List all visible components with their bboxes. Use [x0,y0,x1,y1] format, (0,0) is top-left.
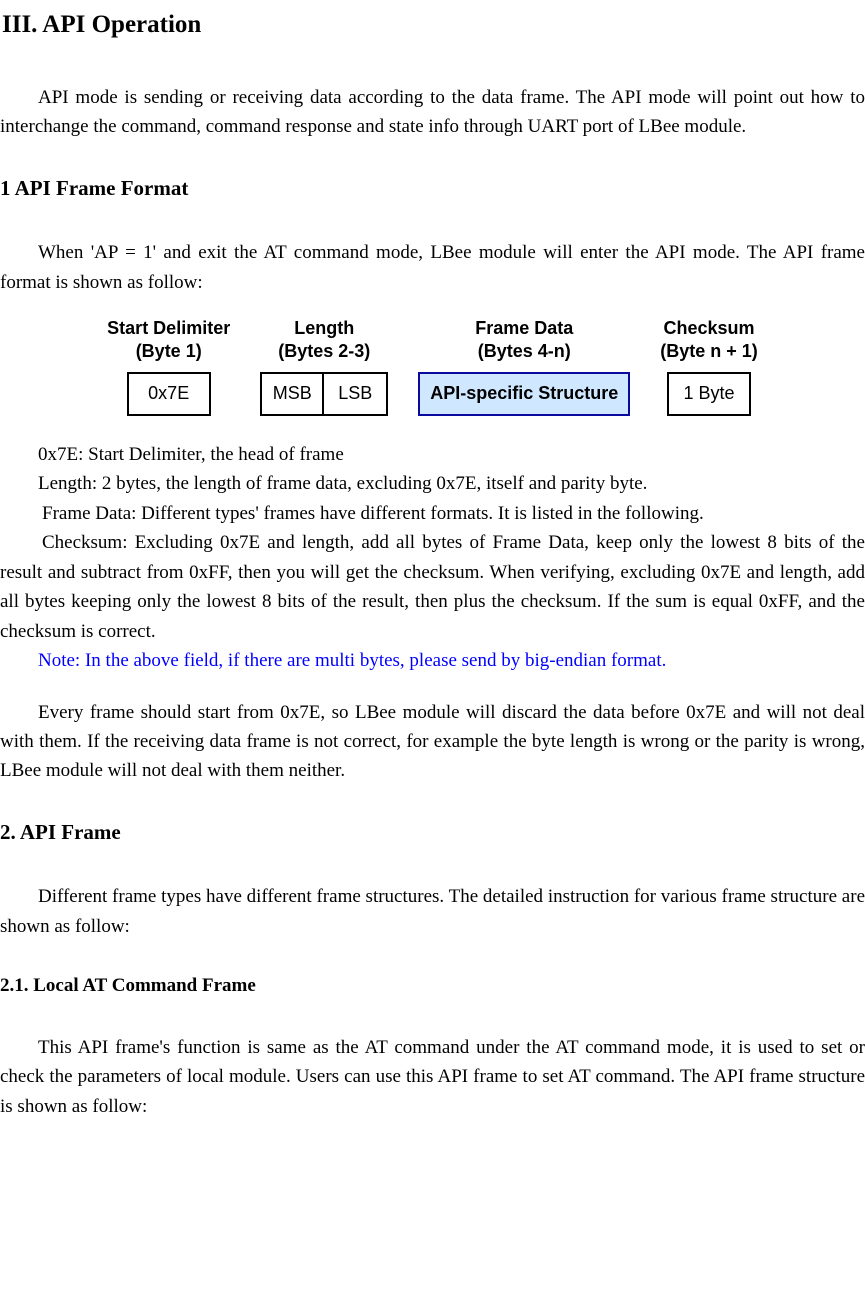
section-2-p1: Different frame types have different fra… [0,882,865,941]
fig-box-msb: MSB [260,372,324,416]
fig-title-length: Length (Bytes 2-3) [260,317,388,362]
bullet-length: Length: 2 bytes, the length of frame dat… [38,469,865,498]
fig-box-length: MSB LSB [260,372,388,416]
section-1-heading: 1 API Frame Format [0,172,865,205]
section-2-1-heading: 2.1. Local AT Command Frame [0,971,865,1000]
fig-box-lsb: LSB [324,372,388,416]
fig-col-start-delimiter: Start Delimiter (Byte 1) 0x7E [107,317,230,416]
intro-paragraph: API mode is sending or receiving data ac… [0,83,865,142]
fig-title-frame-data: Frame Data (Bytes 4-n) [418,317,630,362]
fig-col-length: Length (Bytes 2-3) MSB LSB [260,317,388,416]
note-big-endian: Note: In the above field, if there are m… [0,646,865,675]
bullet-frame-data: Frame Data: Different types' frames have… [0,499,865,528]
section-1-p1: When 'AP = 1' and exit the AT command mo… [0,238,865,297]
fig-title-start: Start Delimiter (Byte 1) [107,317,230,362]
section-2-heading: 2. API Frame [0,816,865,849]
section-1-p2: Every frame should start from 0x7E, so L… [0,698,865,786]
section-2-1-p1: This API frame's function is same as the… [0,1033,865,1121]
fig-box-checksum: 1 Byte [667,372,751,416]
bullet-checksum: Checksum: Excluding 0x7E and length, add… [0,528,865,646]
fig-title-checksum: Checksum (Byte n + 1) [660,317,758,362]
api-frame-figure: Start Delimiter (Byte 1) 0x7E Length (By… [0,317,865,416]
fig-col-checksum: Checksum (Byte n + 1) 1 Byte [660,317,758,416]
fig-box-start: 0x7E [127,372,211,416]
fig-box-frame-data: API-specific Structure [418,372,630,416]
page-title: III. API Operation [2,6,865,45]
bullet-start-delimiter: 0x7E: Start Delimiter, the head of frame [38,440,865,469]
fig-col-frame-data: Frame Data (Bytes 4-n) API-specific Stru… [418,317,630,416]
